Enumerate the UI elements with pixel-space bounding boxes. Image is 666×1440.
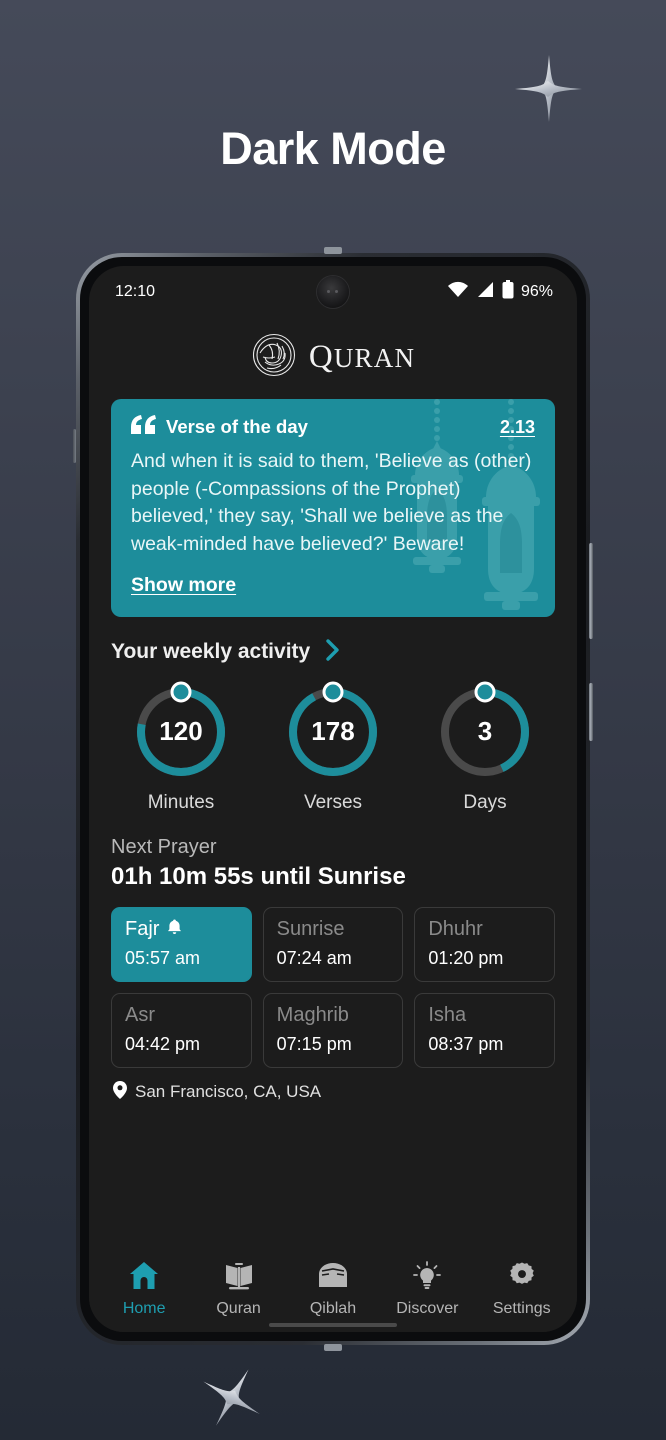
activity-ring-verses: 178 Verses bbox=[281, 680, 385, 814]
verse-reference-link[interactable]: 2.13 bbox=[500, 417, 535, 438]
prayer-name-row: Asr bbox=[125, 1004, 238, 1027]
ring-value-verses: 178 bbox=[311, 716, 355, 747]
quote-icon bbox=[131, 415, 156, 439]
next-prayer-label: Next Prayer bbox=[111, 835, 217, 858]
front-camera-icon bbox=[317, 276, 349, 308]
prayer-cell-fajr[interactable]: Fajr 05:57 am bbox=[111, 906, 252, 982]
prayer-time: 07:24 am bbox=[276, 947, 352, 968]
prayer-cell-isha[interactable]: Isha 08:37 pm bbox=[414, 992, 555, 1068]
home-icon[interactable] bbox=[129, 1261, 159, 1295]
prayer-time: 08:37 pm bbox=[428, 1033, 504, 1054]
verse-text: And when it is said to them, 'Believe as… bbox=[131, 450, 532, 556]
status-indicators: 96% bbox=[447, 280, 553, 304]
power-button[interactable] bbox=[589, 683, 593, 741]
cellular-signal-icon bbox=[476, 281, 495, 303]
phone-top-notch bbox=[324, 247, 342, 254]
nav-item-discover[interactable]: Discover bbox=[383, 1261, 471, 1318]
prayer-cell-dhuhr[interactable]: Dhuhr 01:20 pm bbox=[414, 906, 555, 982]
prayer-name: Isha bbox=[428, 1003, 467, 1026]
phone-bottom-notch bbox=[324, 1344, 342, 1351]
wifi-icon bbox=[447, 281, 469, 303]
status-time: 12:10 bbox=[115, 283, 156, 300]
prayer-time: 01:20 pm bbox=[428, 947, 504, 968]
verse-card-title: Verse of the day bbox=[166, 416, 308, 437]
sparkle-bottom-decoration bbox=[183, 1349, 281, 1440]
activity-ring-minutes: 120 Minutes bbox=[129, 680, 233, 814]
prayer-name-row: Maghrib bbox=[277, 1004, 390, 1027]
map-pin-icon bbox=[113, 1080, 127, 1104]
prayer-time: 05:57 am bbox=[125, 947, 201, 968]
nav-label-qiblah: Qiblah bbox=[309, 1300, 357, 1317]
ring-value-minutes: 120 bbox=[159, 716, 203, 747]
prayer-name: Dhuhr bbox=[428, 917, 483, 940]
ring-graphic: 3 bbox=[433, 680, 537, 784]
battery-percent-label: 96% bbox=[520, 283, 553, 300]
lightbulb-icon[interactable] bbox=[412, 1261, 442, 1295]
page-title: Dark Mode bbox=[220, 123, 446, 174]
brand-rest: URAN bbox=[333, 343, 416, 373]
prayer-name: Fajr bbox=[125, 917, 160, 940]
phone-screen: 12:10 96% QURAN Verse of the day 2.13 An… bbox=[89, 266, 577, 1332]
nav-item-quran[interactable]: Quran bbox=[195, 1261, 283, 1318]
prayer-name-row: Fajr bbox=[125, 918, 238, 941]
sparkle-top-decoration bbox=[512, 52, 586, 126]
next-prayer-countdown: 01h 10m 55s until Sunrise bbox=[111, 862, 406, 890]
gear-icon[interactable] bbox=[507, 1261, 537, 1295]
prayer-time: 07:15 pm bbox=[276, 1033, 352, 1054]
brand-first-letter: Q bbox=[308, 339, 334, 375]
phone-mockup: 12:10 96% QURAN Verse of the day 2.13 An… bbox=[73, 247, 593, 1351]
brand-title: QURAN bbox=[309, 339, 415, 376]
status-bar: 12:10 96% bbox=[89, 266, 577, 318]
nav-item-qiblah[interactable]: Qiblah bbox=[289, 1261, 377, 1318]
nav-label-settings: Settings bbox=[492, 1300, 551, 1317]
activity-rings: 120 Minutes 178 Verses 3 Days bbox=[89, 680, 577, 814]
home-indicator bbox=[269, 1323, 397, 1327]
activity-ring-days: 3 Days bbox=[433, 680, 537, 814]
location-label: San Francisco, CA, USA bbox=[135, 1082, 322, 1102]
book-icon[interactable] bbox=[224, 1261, 254, 1295]
ring-label-verses: Verses bbox=[303, 791, 363, 813]
show-more-link[interactable]: Show more bbox=[131, 574, 236, 597]
app-header: QURAN bbox=[89, 318, 577, 399]
weekly-activity-header[interactable]: Your weekly activity bbox=[111, 639, 577, 666]
prayer-cell-sunrise[interactable]: Sunrise 07:24 am bbox=[262, 906, 404, 982]
chevron-right-icon[interactable] bbox=[326, 639, 340, 666]
nav-label-quran: Quran bbox=[216, 1300, 261, 1317]
prayer-cell-maghrib[interactable]: Maghrib 07:15 pm bbox=[262, 992, 404, 1068]
ring-graphic: 120 bbox=[129, 680, 233, 784]
nav-label-home: Home bbox=[122, 1300, 166, 1317]
nav-label-discover: Discover bbox=[396, 1300, 459, 1317]
bell-icon[interactable] bbox=[167, 918, 182, 941]
left-side-button[interactable] bbox=[73, 429, 76, 463]
prayer-name: Maghrib bbox=[276, 1003, 349, 1026]
ring-value-days: 3 bbox=[477, 716, 493, 747]
quran-calligraphy-logo-icon bbox=[251, 332, 297, 383]
ring-label-minutes: Minutes bbox=[147, 791, 215, 813]
prayer-name-row: Dhuhr bbox=[428, 918, 541, 941]
prayer-time: 04:42 pm bbox=[125, 1033, 201, 1054]
prayer-times-grid: Fajr 05:57 am Sunrise 07:24 am Dhuhr 01:… bbox=[111, 906, 555, 1068]
ring-graphic: 178 bbox=[281, 680, 385, 784]
verse-title-group: Verse of the day bbox=[131, 415, 308, 439]
nav-item-home[interactable]: Home bbox=[100, 1261, 188, 1318]
volume-button[interactable] bbox=[589, 543, 593, 639]
location-row[interactable]: San Francisco, CA, USA bbox=[113, 1080, 577, 1104]
battery-icon bbox=[502, 280, 514, 304]
weekly-activity-title: Your weekly activity bbox=[111, 640, 311, 664]
prayer-name: Asr bbox=[125, 1003, 155, 1026]
prayer-cell-asr[interactable]: Asr 04:42 pm bbox=[111, 992, 252, 1068]
verse-of-the-day-card[interactable]: Verse of the day 2.13 And when it is sai… bbox=[111, 399, 555, 617]
ring-label-days: Days bbox=[463, 791, 507, 813]
prayer-name: Sunrise bbox=[276, 917, 345, 940]
prayer-name-row: Sunrise bbox=[277, 918, 390, 941]
verse-card-header: Verse of the day 2.13 bbox=[131, 415, 535, 439]
phone-bezel: 12:10 96% QURAN Verse of the day 2.13 An… bbox=[80, 257, 586, 1341]
nav-item-settings[interactable]: Settings bbox=[478, 1261, 566, 1318]
prayer-name-row: Isha bbox=[428, 1004, 541, 1027]
bottom-navigation: Home Quran Qiblah Discover Settings bbox=[89, 1251, 577, 1332]
kaaba-icon[interactable] bbox=[317, 1261, 349, 1295]
phone-frame: 12:10 96% QURAN Verse of the day 2.13 An… bbox=[73, 247, 593, 1351]
